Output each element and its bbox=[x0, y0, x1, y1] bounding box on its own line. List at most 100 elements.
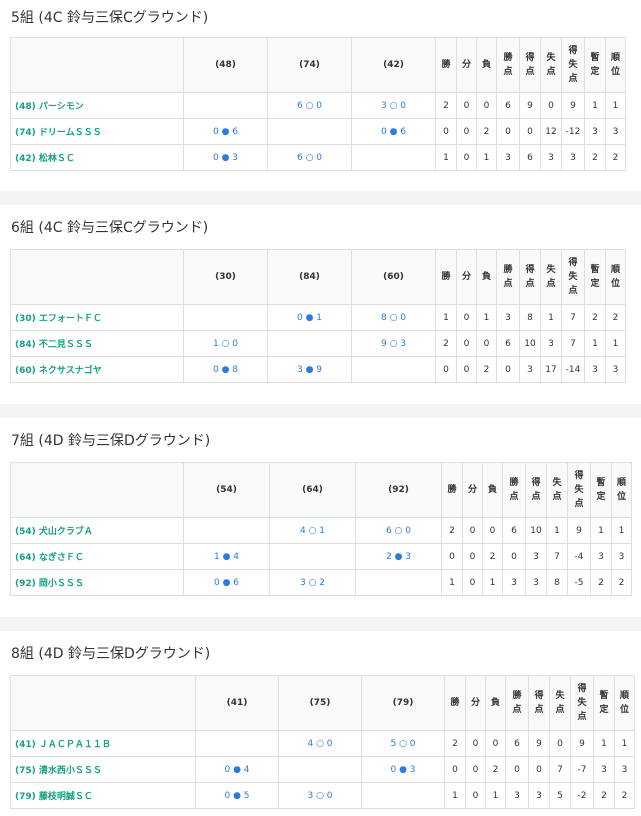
stat-value: 2 bbox=[482, 543, 503, 570]
stat-value: 0 bbox=[456, 304, 477, 331]
opponent-header: (64) bbox=[269, 462, 356, 518]
stat-value: 3 bbox=[614, 756, 635, 783]
stat-value: 0 bbox=[540, 92, 562, 119]
table-row: (84) 不二見ＳＳＳ 1 ○ 0 9 ○ 3 2 0 0 6 10 3 7 1 1 bbox=[10, 330, 626, 357]
empty-cell bbox=[267, 118, 352, 145]
table-row: (54) 犬山クラブＡ 4 ○ 16 ○ 0 2 0 0 6 10 1 9 1 1 bbox=[10, 517, 632, 544]
table-row: (48) パーシモン 6 ○ 03 ○ 0200690911 bbox=[10, 92, 626, 119]
match-result[interactable]: 6 ○ 0 bbox=[267, 92, 352, 119]
match-result[interactable]: 0 ● 3 bbox=[361, 756, 445, 783]
stat-value: 7 bbox=[561, 304, 585, 331]
stat-value: 0 bbox=[435, 356, 457, 383]
header-row: (48) (74) (42) 勝分負勝点得点失点得失点暫定順位 bbox=[10, 37, 626, 93]
match-result[interactable]: 0 ● 6 bbox=[183, 569, 270, 596]
match-result[interactable]: 3 ○ 0 bbox=[351, 92, 436, 119]
match-result[interactable]: 0 ● 4 bbox=[195, 756, 279, 783]
header-row: (30) (84) (60) 勝分負勝点得点失点得失点暫定順位 bbox=[10, 249, 626, 305]
empty-cell bbox=[278, 756, 362, 783]
empty-cell bbox=[361, 782, 445, 809]
team-name[interactable]: (30) エフォートＦＣ bbox=[10, 304, 184, 331]
stat-value: 1 bbox=[590, 517, 612, 544]
stat-value: 9 bbox=[528, 730, 550, 757]
stat-header: 得失点 bbox=[567, 462, 591, 518]
match-result[interactable]: 0 ● 5 bbox=[195, 782, 279, 809]
empty-cell bbox=[351, 356, 436, 383]
opponent-header: (42) bbox=[351, 37, 436, 93]
match-result[interactable]: 0 ● 3 bbox=[183, 144, 268, 171]
stat-value: 1 bbox=[441, 569, 463, 596]
team-name[interactable]: (60) ネクサスナゴヤ bbox=[10, 356, 184, 383]
stat-header: 勝点 bbox=[496, 37, 520, 93]
stat-value: 7 bbox=[546, 543, 568, 570]
team-name[interactable]: (74) ドリームＳＳＳ bbox=[10, 118, 184, 145]
team-name[interactable]: (54) 犬山クラブＡ bbox=[10, 517, 184, 544]
match-result[interactable]: 0 ● 6 bbox=[351, 118, 436, 145]
match-result[interactable]: 3 ● 9 bbox=[267, 356, 352, 383]
stat-value: 12 bbox=[540, 118, 562, 145]
match-result[interactable]: 4 ○ 0 bbox=[278, 730, 362, 757]
match-result[interactable]: 6 ○ 0 bbox=[267, 144, 352, 171]
stat-value: 0 bbox=[462, 517, 483, 544]
stat-header: 失点 bbox=[549, 675, 571, 731]
stat-value: 0 bbox=[462, 569, 483, 596]
group-section: 7組 (4D 鈴与三保Dグラウンド) (54) (64) (92) 勝分負勝点得点失点得… bbox=[0, 418, 641, 617]
stat-value: 1 bbox=[611, 517, 632, 544]
team-name[interactable]: (48) パーシモン bbox=[10, 92, 184, 119]
opponent-header: (79) bbox=[361, 675, 445, 731]
stat-header: 勝点 bbox=[505, 675, 529, 731]
stat-header: 負 bbox=[476, 249, 497, 305]
stat-value: 0 bbox=[465, 782, 486, 809]
team-name[interactable]: (79) 藤枝明誠ＳＣ bbox=[10, 782, 196, 809]
stat-header: 勝 bbox=[444, 675, 466, 731]
corner-cell bbox=[10, 462, 184, 518]
match-result[interactable]: 1 ● 4 bbox=[183, 543, 270, 570]
team-name[interactable]: (75) 清水西小ＳＳＳ bbox=[10, 756, 196, 783]
table-row: (42) 松林ＳＣ 0 ● 36 ○ 0101363322 bbox=[10, 144, 626, 171]
stat-value: 8 bbox=[546, 569, 568, 596]
stat-value: 3 bbox=[505, 782, 529, 809]
stat-value: 0 bbox=[519, 118, 541, 145]
stat-value: 10 bbox=[519, 330, 541, 357]
stat-header: 得失点 bbox=[561, 249, 585, 305]
match-result[interactable]: 0 ● 8 bbox=[183, 356, 268, 383]
stat-value: 9 bbox=[561, 92, 585, 119]
team-name[interactable]: (64) なぎさＦＣ bbox=[10, 543, 184, 570]
empty-cell bbox=[351, 144, 436, 171]
table-row: (92) 岡小ＳＳＳ 0 ● 63 ○ 2 1 0 1 3 3 8 -5 2 2 bbox=[10, 569, 632, 596]
stat-value: 6 bbox=[519, 144, 541, 171]
opponent-header: (84) bbox=[267, 249, 352, 305]
team-name[interactable]: (41) ＪＡＣＰＡ１１Ｂ bbox=[10, 730, 196, 757]
match-result[interactable]: 3 ○ 2 bbox=[269, 569, 356, 596]
match-result[interactable]: 4 ○ 1 bbox=[269, 517, 356, 544]
stat-value: 2 bbox=[584, 144, 606, 171]
match-result[interactable]: 0 ● 6 bbox=[183, 118, 268, 145]
empty-cell bbox=[183, 304, 268, 331]
match-result[interactable]: 5 ○ 0 bbox=[361, 730, 445, 757]
match-result[interactable]: 9 ○ 3 bbox=[351, 330, 436, 357]
opponent-header: (92) bbox=[355, 462, 442, 518]
stat-header: 分 bbox=[465, 675, 486, 731]
standings-table: (41) (75) (79) 勝分負勝点得点失点得失点暫定順位 (41) ＪＡＣＰＡ１１… bbox=[10, 675, 635, 809]
stat-value: 1 bbox=[584, 92, 606, 119]
team-name[interactable]: (42) 松林ＳＣ bbox=[10, 144, 184, 171]
match-result[interactable]: 2 ● 3 bbox=[355, 543, 442, 570]
match-result[interactable]: 1 ○ 0 bbox=[183, 330, 268, 357]
match-result[interactable]: 0 ● 1 bbox=[267, 304, 352, 331]
stat-value: 1 bbox=[540, 304, 562, 331]
stat-value: -14 bbox=[561, 356, 585, 383]
opponent-header: (30) bbox=[183, 249, 268, 305]
stat-value: 1 bbox=[435, 304, 457, 331]
stat-value: 2 bbox=[605, 304, 626, 331]
header-row: (54) (64) (92) 勝分負勝点得点失点得失点暫定順位 bbox=[10, 462, 632, 518]
match-result[interactable]: 8 ○ 0 bbox=[351, 304, 436, 331]
team-name[interactable]: (84) 不二見ＳＳＳ bbox=[10, 330, 184, 357]
match-result[interactable]: 6 ○ 0 bbox=[355, 517, 442, 544]
stat-value: 2 bbox=[441, 517, 463, 544]
match-result[interactable]: 3 ○ 0 bbox=[278, 782, 362, 809]
stat-header: 勝 bbox=[435, 249, 457, 305]
stat-header: 負 bbox=[476, 37, 497, 93]
team-name[interactable]: (92) 岡小ＳＳＳ bbox=[10, 569, 184, 596]
empty-cell bbox=[195, 730, 279, 757]
stat-value: 1 bbox=[485, 782, 506, 809]
stat-value: 0 bbox=[456, 92, 477, 119]
